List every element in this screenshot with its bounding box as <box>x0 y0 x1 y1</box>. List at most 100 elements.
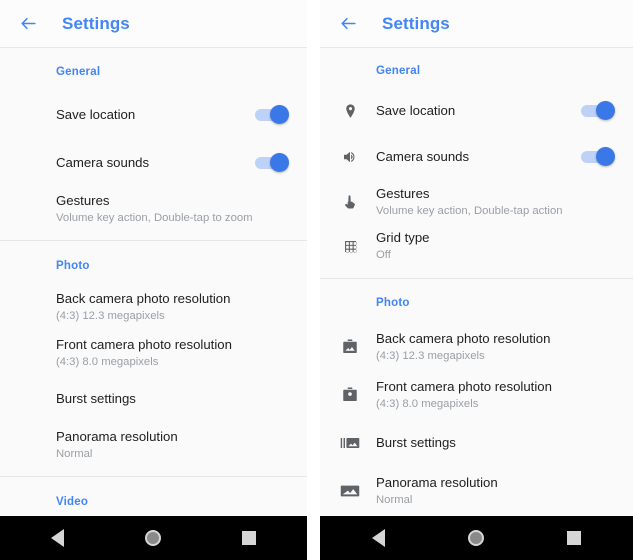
row-subtitle: (4:3) 12.3 megapixels <box>56 309 165 322</box>
left-system-nav-bar <box>0 516 307 560</box>
row-subtitle: (4:3) 8.0 megapixels <box>56 355 159 368</box>
row-panorama-resolution[interactable]: Panorama resolution Normal <box>320 467 633 515</box>
grid-icon <box>338 234 362 258</box>
toggle-thumb <box>596 101 615 120</box>
nav-home-button[interactable] <box>136 521 170 555</box>
row-title: Gestures <box>376 185 430 201</box>
row-gestures[interactable]: Gestures Volume key action, Double-tap t… <box>0 187 307 231</box>
row-title: Save location <box>56 107 136 123</box>
section-header-general-left: General <box>0 48 307 80</box>
row-title: Burst settings <box>56 391 136 407</box>
speaker-icon <box>338 145 362 169</box>
row-title: Front camera photo resolution <box>376 378 552 394</box>
section-label: General <box>376 65 421 77</box>
row-text: Panorama resolution Normal <box>376 474 617 509</box>
row-title: Grid type <box>376 229 430 245</box>
section-header-photo-right: Photo <box>320 279 633 311</box>
triangle-back-icon <box>51 529 65 547</box>
nav-home-button[interactable] <box>459 521 493 555</box>
location-pin-icon <box>338 99 362 123</box>
row-title: Panorama resolution <box>56 428 178 444</box>
row-subtitle: Volume key action, Double-tap action <box>376 204 563 217</box>
save-location-toggle[interactable] <box>581 101 615 120</box>
right-phone-panel: Settings General Save location Camera so… <box>320 0 633 560</box>
row-text: Camera sounds <box>376 148 581 166</box>
square-recents-icon <box>242 531 257 545</box>
camera-sounds-toggle[interactable] <box>581 147 615 166</box>
row-text: Gestures Volume key action, Double-tap t… <box>56 192 291 227</box>
row-grid-type[interactable]: Grid type Off <box>320 224 633 268</box>
row-panorama-resolution[interactable]: Panorama resolution Normal <box>0 422 307 468</box>
row-text: Burst settings <box>376 434 617 452</box>
toggle-thumb <box>270 105 289 124</box>
save-location-toggle[interactable] <box>255 105 289 124</box>
row-camera-sounds[interactable]: Camera sounds <box>320 134 633 180</box>
front-camera-photo-icon <box>338 383 362 407</box>
nav-back-button[interactable] <box>41 521 75 555</box>
row-title: Burst settings <box>376 435 456 451</box>
row-front-camera-photo-resolution[interactable]: Front camera photo resolution (4:3) 8.0 … <box>320 371 633 419</box>
toggle-thumb <box>596 147 615 166</box>
row-text: Burst settings <box>56 390 291 408</box>
triangle-back-icon <box>372 529 386 547</box>
back-button[interactable] <box>334 10 362 38</box>
row-text: Back camera photo resolution (4:3) 12.3 … <box>56 290 291 325</box>
row-title: Camera sounds <box>56 155 150 171</box>
section-header-photo-left: Photo <box>0 241 307 274</box>
section-label: General <box>56 66 101 78</box>
back-button[interactable] <box>14 10 42 38</box>
row-burst-settings[interactable]: Burst settings <box>320 419 633 467</box>
row-text: Front camera photo resolution (4:3) 8.0 … <box>376 378 617 413</box>
row-subtitle: Normal <box>56 447 93 460</box>
row-text: Save location <box>56 106 255 124</box>
section-label: Video <box>56 496 89 508</box>
toggle-thumb <box>270 153 289 172</box>
left-phone-panel: Settings General Save location Camera so… <box>0 0 307 560</box>
arrow-left-icon <box>339 14 358 33</box>
row-back-camera-photo-resolution[interactable]: Back camera photo resolution (4:3) 12.3 … <box>320 323 633 371</box>
left-settings-list[interactable]: General Save location Camera sounds Gest… <box>0 48 307 516</box>
right-settings-list[interactable]: General Save location Camera sounds Gest… <box>320 48 633 516</box>
row-text: Front camera photo resolution (4:3) 8.0 … <box>56 336 291 371</box>
burst-photo-icon <box>338 431 362 455</box>
row-text: Panorama resolution Normal <box>56 428 291 463</box>
nav-back-button[interactable] <box>362 521 396 555</box>
row-save-location[interactable]: Save location <box>320 88 633 134</box>
row-gestures[interactable]: Gestures Volume key action, Double-tap a… <box>320 180 633 224</box>
panel-separator <box>307 0 320 560</box>
section-label: Photo <box>56 260 90 272</box>
row-subtitle: Volume key action, Double-tap to zoom <box>56 211 253 224</box>
row-text: Camera sounds <box>56 154 255 172</box>
row-subtitle: Off <box>376 248 391 261</box>
row-title: Front camera photo resolution <box>56 336 232 352</box>
row-title: Gestures <box>56 192 110 208</box>
section-label: Photo <box>376 297 410 309</box>
camera-sounds-toggle[interactable] <box>255 153 289 172</box>
row-text: Grid type Off <box>376 229 617 264</box>
back-camera-photo-icon <box>338 335 362 359</box>
arrow-left-icon <box>19 14 38 33</box>
row-title: Save location <box>376 103 456 119</box>
panorama-photo-icon <box>338 479 362 503</box>
page-title: Settings <box>382 13 450 33</box>
row-subtitle: (4:3) 8.0 megapixels <box>376 397 479 410</box>
circle-home-icon <box>468 530 485 546</box>
nav-recents-button[interactable] <box>557 521 591 555</box>
screenshot-root: Settings General Save location Camera so… <box>0 0 633 560</box>
row-text: Back camera photo resolution (4:3) 12.3 … <box>376 330 617 365</box>
row-camera-sounds[interactable]: Camera sounds <box>0 139 307 187</box>
row-burst-settings[interactable]: Burst settings <box>0 376 307 422</box>
nav-recents-button[interactable] <box>232 521 266 555</box>
row-text: Gestures Volume key action, Double-tap a… <box>376 185 617 220</box>
row-save-location[interactable]: Save location <box>0 91 307 139</box>
left-app-bar: Settings <box>0 0 307 48</box>
circle-home-icon <box>145 530 162 546</box>
row-back-camera-photo-resolution[interactable]: Back camera photo resolution (4:3) 12.3 … <box>0 284 307 330</box>
section-header-general-right: General <box>320 48 633 79</box>
row-front-camera-photo-resolution[interactable]: Front camera photo resolution (4:3) 8.0 … <box>0 330 307 376</box>
row-title: Camera sounds <box>376 149 470 165</box>
square-recents-icon <box>567 531 582 545</box>
right-system-nav-bar <box>320 516 633 560</box>
page-title: Settings <box>62 13 130 33</box>
row-title: Back camera photo resolution <box>376 330 551 346</box>
